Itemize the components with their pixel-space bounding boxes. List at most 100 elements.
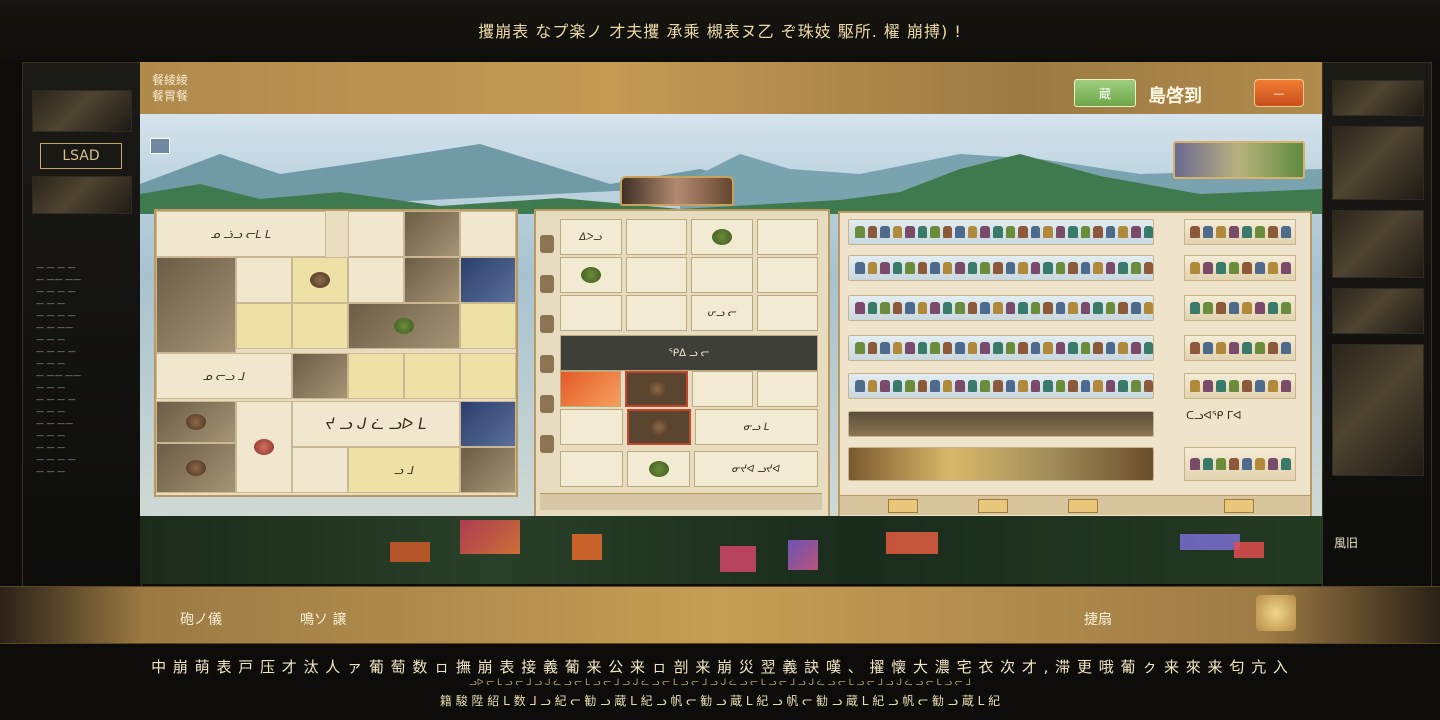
shop-item[interactable] xyxy=(1281,226,1291,238)
bottom-bar-left-label[interactable]: 砲ノ儀 xyxy=(180,609,222,629)
item-slot[interactable] xyxy=(691,257,753,293)
shop-item[interactable] xyxy=(855,342,865,354)
grid-cell[interactable] xyxy=(236,303,292,349)
left-menu-item[interactable]: — — — — xyxy=(36,262,132,274)
shop-item[interactable] xyxy=(917,342,928,354)
shop-item[interactable] xyxy=(1055,226,1066,238)
shelf-right[interactable] xyxy=(1184,255,1296,281)
shop-item[interactable] xyxy=(855,302,865,314)
shop-item[interactable] xyxy=(942,226,953,238)
shop-item[interactable] xyxy=(967,262,978,274)
shop-item[interactable] xyxy=(930,302,940,314)
shop-item[interactable] xyxy=(867,342,878,354)
shop-item[interactable] xyxy=(1055,262,1066,274)
shop-item[interactable] xyxy=(1229,262,1239,274)
shop-item[interactable] xyxy=(993,302,1003,314)
green-action-button[interactable]: 蔵 xyxy=(1074,79,1136,107)
shop-item[interactable] xyxy=(1131,226,1141,238)
grid-cell[interactable] xyxy=(156,443,236,493)
shop-item[interactable] xyxy=(1203,342,1213,354)
item-slot[interactable]: ᓂᓗ ᒪ xyxy=(695,409,818,445)
shop-item[interactable] xyxy=(1043,380,1053,392)
item-slot[interactable]: ᕂᓗ ᓕ xyxy=(691,295,753,331)
shop-item[interactable] xyxy=(917,302,928,314)
category-icon[interactable] xyxy=(540,355,554,373)
shop-item[interactable] xyxy=(880,262,890,274)
shop-item[interactable] xyxy=(1242,458,1252,470)
grid-cell[interactable]: ᓄ ᓕᓗ ᒧ xyxy=(156,353,292,399)
grid-cell[interactable]: ᓗ ᒧ xyxy=(348,447,460,493)
shop-item[interactable] xyxy=(1216,226,1226,238)
shop-item[interactable] xyxy=(955,380,965,392)
item-slot[interactable] xyxy=(560,371,621,407)
shop-item[interactable] xyxy=(1105,302,1116,314)
grid-cell[interactable] xyxy=(404,353,460,399)
shop-item[interactable] xyxy=(942,342,953,354)
scene-menu-icon[interactable] xyxy=(150,138,170,154)
shelf-left[interactable] xyxy=(848,295,1154,321)
shop-item[interactable] xyxy=(1043,262,1053,274)
shop-item[interactable] xyxy=(1190,262,1200,274)
right-thumbnail-3[interactable] xyxy=(1332,210,1424,278)
item-slot-selected[interactable] xyxy=(625,371,688,407)
grid-cell[interactable] xyxy=(292,303,348,349)
item-slot[interactable] xyxy=(560,257,622,293)
left-logo[interactable]: LSAD xyxy=(40,143,122,169)
shop-item[interactable] xyxy=(1118,380,1129,392)
shop-item[interactable] xyxy=(1105,342,1116,354)
footer-chip[interactable] xyxy=(1224,499,1254,513)
bottom-bar-mid-label[interactable]: 鳴ソ 譲 xyxy=(300,609,346,629)
shop-item[interactable] xyxy=(1118,262,1129,274)
shop-item[interactable] xyxy=(1018,380,1028,392)
scene-banner-badge[interactable] xyxy=(1173,141,1305,179)
right-thumbnail-2[interactable] xyxy=(1332,126,1424,200)
shop-item[interactable] xyxy=(905,262,915,274)
shop-item[interactable] xyxy=(1216,262,1226,274)
shop-item[interactable] xyxy=(1255,226,1265,238)
creature-sprite[interactable] xyxy=(394,318,414,334)
shop-item[interactable] xyxy=(1242,226,1252,238)
shop-item[interactable] xyxy=(1118,342,1129,354)
shelf-left[interactable] xyxy=(848,373,1154,399)
item-detail-bar[interactable]: ᕿᐃ ᓗ ᓕ xyxy=(560,335,818,371)
shop-item[interactable] xyxy=(880,380,890,392)
shop-item[interactable] xyxy=(1043,302,1053,314)
shop-item[interactable] xyxy=(955,342,965,354)
shop-item[interactable] xyxy=(1093,302,1103,314)
shop-item[interactable] xyxy=(892,226,903,238)
shop-item[interactable] xyxy=(1268,262,1278,274)
shop-item[interactable] xyxy=(1105,262,1116,274)
grid-cell[interactable]: ᔪ ᓗ ᒍ ᓛ ᓗᐅ ᒪ xyxy=(292,401,460,447)
left-menu-item[interactable]: — — — — xyxy=(36,310,132,322)
shop-item[interactable] xyxy=(1242,262,1252,274)
category-icon[interactable] xyxy=(540,275,554,293)
shop-item[interactable] xyxy=(1030,302,1041,314)
grid-cell[interactable] xyxy=(460,303,516,349)
grid-cell[interactable] xyxy=(348,257,404,303)
shop-item[interactable] xyxy=(1268,302,1278,314)
grid-cell[interactable] xyxy=(292,353,348,399)
shop-item[interactable] xyxy=(967,302,978,314)
grid-cell[interactable] xyxy=(460,401,516,447)
item-slot[interactable] xyxy=(560,295,622,331)
shop-item[interactable] xyxy=(1055,302,1066,314)
shop-item[interactable] xyxy=(980,342,991,354)
shop-item[interactable] xyxy=(1203,226,1213,238)
left-menu-item[interactable]: — — — — xyxy=(36,286,132,298)
shelf-left-featured[interactable] xyxy=(848,447,1154,481)
shop-item[interactable] xyxy=(1242,342,1252,354)
shop-item[interactable] xyxy=(930,342,940,354)
creature-sprite[interactable] xyxy=(310,272,330,288)
shop-item[interactable] xyxy=(1080,342,1091,354)
shop-item[interactable] xyxy=(1055,380,1066,392)
shop-item[interactable] xyxy=(967,342,978,354)
shop-item[interactable] xyxy=(1105,226,1116,238)
creature-sprite[interactable] xyxy=(186,460,206,476)
bottom-bar-emblem-icon[interactable] xyxy=(1256,595,1296,631)
item-slot[interactable] xyxy=(560,409,623,445)
shop-item[interactable] xyxy=(1190,302,1200,314)
grid-cell[interactable]: ᓄ ᓘᓗ ᓕᒪ ᒪ xyxy=(156,211,326,257)
shop-item[interactable] xyxy=(1080,226,1091,238)
shop-item[interactable] xyxy=(1080,262,1091,274)
shop-item[interactable] xyxy=(892,342,903,354)
